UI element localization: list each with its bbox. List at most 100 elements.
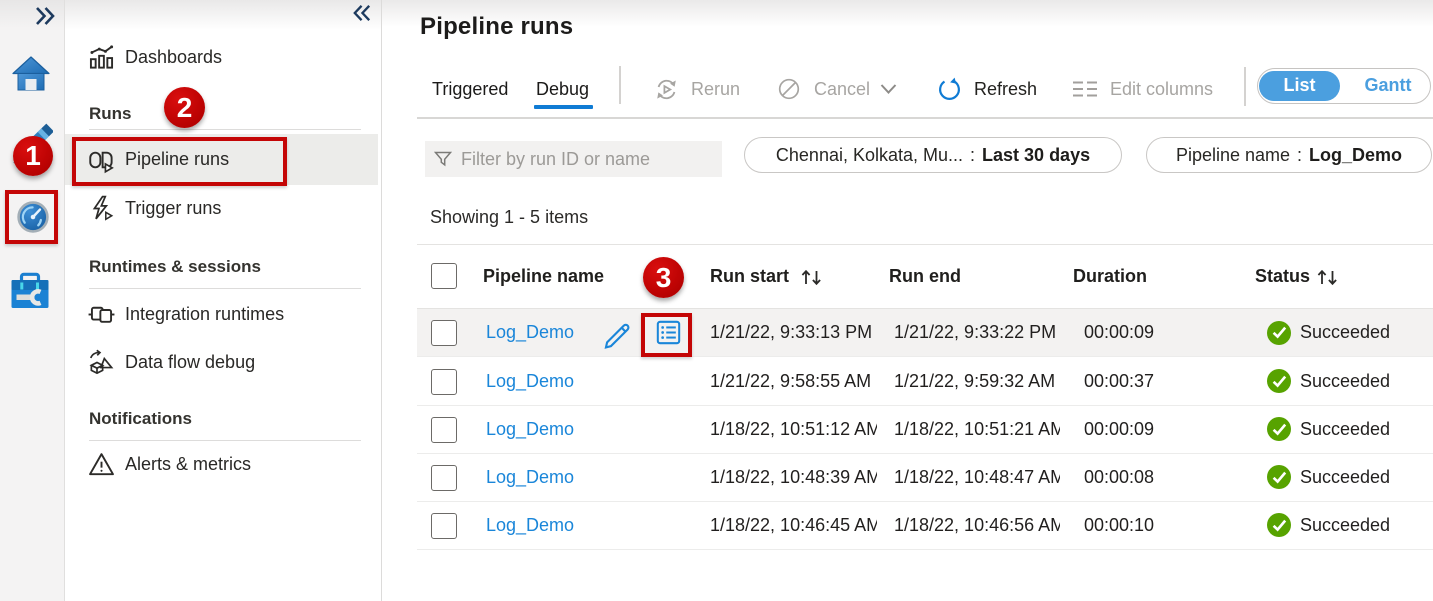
succeeded-check-icon — [1267, 513, 1291, 537]
table-row[interactable]: Log_Demo 1/21/22, 9:58:55 AM 1/21/22, 9:… — [417, 358, 1433, 406]
sidebar-item-label: Dashboards — [125, 47, 222, 68]
page-title: Pipeline runs — [420, 13, 573, 41]
annotation-callout-1: 1 — [13, 136, 53, 176]
column-header-run-end[interactable]: Run end — [889, 245, 961, 308]
row-checkbox[interactable] — [431, 513, 457, 539]
sidebar-item-data-flow-debug[interactable]: Data flow debug — [65, 338, 378, 386]
row-checkbox[interactable] — [431, 417, 457, 443]
pipeline-filter-text: Pipeline name — [1176, 145, 1290, 166]
items-count-summary: Showing 1 - 5 items — [430, 207, 588, 228]
column-header-run-start[interactable]: Run start — [710, 245, 789, 308]
view-toggle-gantt-button[interactable]: Gantt — [1348, 71, 1428, 101]
status-cell: Succeeded — [1267, 358, 1390, 405]
sidebar-item-label: Data flow debug — [125, 352, 255, 373]
sidebar-item-alerts-metrics[interactable]: Alerts & metrics — [65, 440, 378, 488]
run-end-cell: 1/21/22, 9:33:22 PM — [894, 309, 1060, 356]
trigger-runs-icon — [88, 195, 115, 222]
pipeline-run-link[interactable]: Log_Demo — [486, 467, 574, 488]
status-text: Succeeded — [1300, 371, 1390, 392]
tabs-baseline — [417, 117, 1433, 119]
succeeded-check-icon — [1267, 321, 1291, 345]
home-button[interactable] — [12, 54, 50, 94]
filter-separator: : — [1297, 145, 1302, 166]
filter-funnel-icon — [434, 150, 452, 168]
select-all-checkbox[interactable] — [431, 263, 457, 289]
sort-arrows-icon[interactable] — [799, 269, 824, 286]
sidebar-separator — [89, 288, 361, 289]
date-range-filter-value: Last 30 days — [982, 145, 1090, 166]
row-checkbox[interactable] — [431, 320, 457, 346]
column-header-duration[interactable]: Duration — [1073, 245, 1147, 308]
active-tab-indicator — [534, 105, 593, 109]
status-cell: Succeeded — [1267, 454, 1390, 501]
edit-columns-button[interactable]: Edit columns — [1072, 74, 1213, 104]
annotation-callout-3: 3 — [643, 257, 684, 298]
row-checkbox[interactable] — [431, 465, 457, 491]
table-header-row: Pipeline name Run start Run end Duration… — [417, 245, 1433, 308]
duration-cell: 00:00:37 — [1084, 358, 1154, 405]
row-checkbox[interactable] — [431, 369, 457, 395]
sort-arrows-icon[interactable] — [1315, 269, 1340, 286]
manage-toolbox-icon — [11, 271, 49, 309]
duration-cell: 00:00:09 — [1084, 406, 1154, 453]
rerun-icon — [654, 77, 679, 102]
sidebar-item-label: Alerts & metrics — [125, 454, 251, 475]
sidebar-section-notifications: Notifications — [89, 409, 192, 429]
view-toggle: List Gantt — [1257, 68, 1431, 104]
pipeline-run-link[interactable]: Log_Demo — [486, 515, 574, 536]
run-filter-input[interactable]: Filter by run ID or name — [425, 141, 722, 177]
collapse-sidebar-button[interactable] — [351, 3, 373, 23]
sidebar-item-integration-runtimes[interactable]: Integration runtimes — [65, 290, 378, 338]
column-header-status[interactable]: Status — [1255, 245, 1310, 308]
edit-pipeline-button[interactable] — [600, 309, 634, 356]
table-row[interactable]: Log_Demo 1/21/22, 9:33:13 PM — [417, 309, 1433, 357]
run-start-cell: 1/21/22, 9:58:55 AM — [710, 358, 877, 405]
pipeline-name-filter-pill[interactable]: Pipeline name : Log_Demo — [1146, 137, 1432, 173]
annotation-box-monitor — [5, 190, 58, 244]
dashboards-icon — [88, 44, 115, 71]
run-filter-placeholder: Filter by run ID or name — [461, 149, 650, 170]
annotation-number: 1 — [25, 140, 41, 172]
tab-triggered[interactable]: Triggered — [432, 79, 508, 103]
sidebar-separator — [89, 129, 361, 130]
succeeded-check-icon — [1267, 417, 1291, 441]
table-row[interactable]: Log_Demo 1/18/22, 10:51:12 AM 1/18/22, 1… — [417, 406, 1433, 454]
rerun-button[interactable]: Rerun — [654, 74, 740, 104]
home-icon — [12, 54, 50, 94]
annotation-number: 2 — [177, 92, 193, 124]
status-cell: Succeeded — [1267, 406, 1390, 453]
main-content: Pipeline runs Triggered Debug Rerun Canc — [382, 0, 1433, 601]
tab-debug[interactable]: Debug — [536, 79, 589, 103]
run-end-cell: 1/18/22, 10:51:21 AM — [894, 406, 1060, 453]
sidebar-section-runtimes: Runtimes & sessions — [89, 257, 261, 277]
sidebar-item-label: Trigger runs — [125, 198, 221, 219]
date-range-filter-pill[interactable]: Chennai, Kolkata, Mu... : Last 30 days — [744, 137, 1122, 173]
status-text: Succeeded — [1300, 467, 1390, 488]
date-range-filter-text: Chennai, Kolkata, Mu... — [776, 145, 963, 166]
sidebar-item-label: Integration runtimes — [125, 304, 284, 325]
sidebar-item-trigger-runs[interactable]: Trigger runs — [65, 184, 378, 232]
filter-separator: : — [970, 145, 975, 166]
table-row[interactable]: Log_Demo 1/18/22, 10:48:39 AM 1/18/22, 1… — [417, 454, 1433, 502]
table-row[interactable]: Log_Demo 1/18/22, 10:46:45 AM 1/18/22, 1… — [417, 502, 1433, 550]
succeeded-check-icon — [1267, 369, 1291, 393]
double-chevron-right-icon — [34, 6, 56, 26]
cancel-label: Cancel — [814, 79, 870, 100]
annotation-box-pipeline-runs — [72, 137, 287, 186]
pipeline-run-link[interactable]: Log_Demo — [486, 371, 574, 392]
toolbar-divider — [619, 66, 621, 104]
pipeline-run-link[interactable]: Log_Demo — [486, 419, 574, 440]
refresh-label: Refresh — [974, 79, 1037, 100]
column-header-pipeline-name[interactable]: Pipeline name — [483, 245, 604, 308]
view-toggle-list-button[interactable]: List — [1259, 71, 1340, 101]
pipeline-run-link[interactable]: Log_Demo — [486, 322, 574, 343]
status-text: Succeeded — [1300, 515, 1390, 536]
sidebar-item-dashboards[interactable]: Dashboards — [65, 33, 378, 81]
expand-sidebar-button[interactable] — [33, 5, 57, 27]
alerts-metrics-icon — [88, 451, 115, 478]
cancel-button[interactable]: Cancel — [777, 74, 897, 104]
manage-button[interactable] — [11, 271, 49, 309]
run-start-cell: 1/18/22, 10:48:39 AM — [710, 454, 877, 501]
refresh-button[interactable]: Refresh — [937, 74, 1037, 104]
run-start-cell: 1/18/22, 10:46:45 AM — [710, 502, 877, 549]
